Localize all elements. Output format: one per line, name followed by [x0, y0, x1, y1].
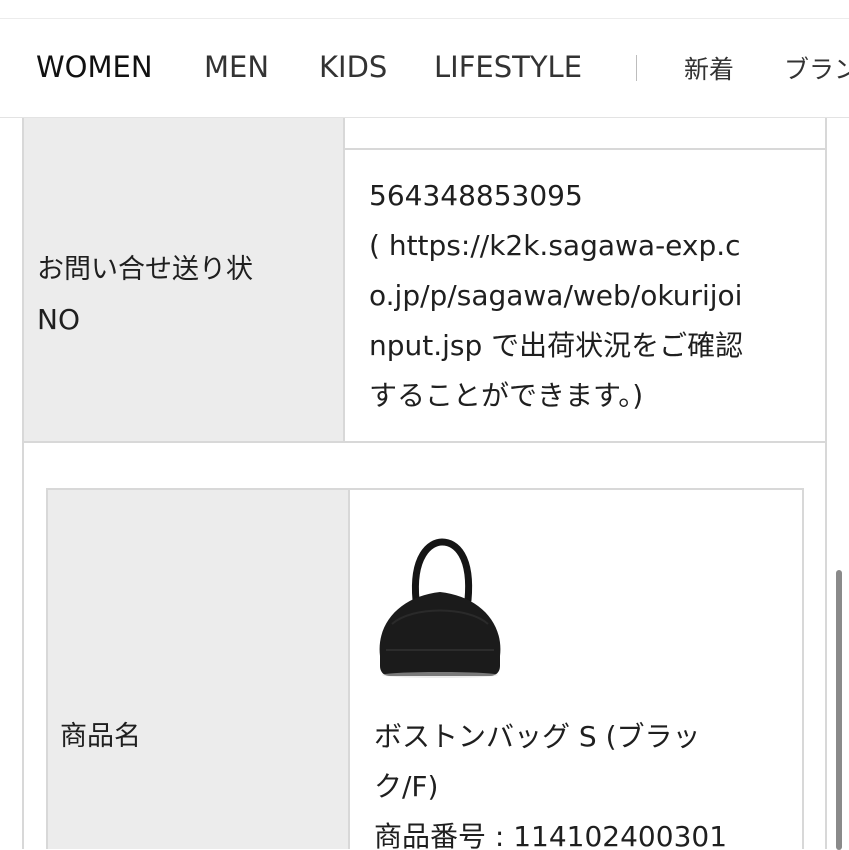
tracking-label-line1: お問い合せ送り状 [37, 254, 253, 285]
tracking-note: することができます。) [369, 379, 644, 412]
tracking-label-cell: お問い合せ送り状 NO [22, 148, 345, 443]
tracking-url-line3: nput.jsp で出荷状況をご確認 [369, 329, 744, 362]
tracking-value-cell: 564348853095 ( https://k2k.sagawa-exp.c … [343, 148, 827, 443]
category-nav-bar: WOMEN MEN KIDS LIFESTYLE 新着 ブラン [0, 19, 849, 118]
product-name-line1[interactable]: ボストンバッグ S (ブラッ [374, 712, 701, 762]
product-label-cell: 商品名 [46, 488, 350, 849]
nav-item-men[interactable]: MEN [204, 49, 269, 85]
nav-item-lifestyle[interactable]: LIFESTYLE [434, 49, 582, 85]
previous-row-value-cell [343, 118, 827, 150]
tracking-url-line2[interactable]: o.jp/p/sagawa/web/okurijoi [369, 271, 742, 321]
browser-top-strip [0, 0, 849, 19]
tracking-number: 564348853095 [369, 179, 583, 212]
product-number: 商品番号 : 114102400301 [374, 820, 728, 849]
nav-separator [636, 55, 637, 81]
product-name-label: 商品名 [60, 721, 141, 752]
nav-item-brands[interactable]: ブラン [784, 52, 849, 88]
tracking-label-line2: NO [37, 303, 80, 336]
product-name-line2[interactable]: ク/F) [374, 762, 438, 812]
nav-item-new-arrivals[interactable]: 新着 [684, 52, 734, 88]
boston-bag-image[interactable] [372, 538, 508, 678]
page-scrollbar[interactable] [836, 570, 842, 850]
tracking-url-line1[interactable]: ( https://k2k.sagawa-exp.c [369, 221, 741, 271]
order-detail-content: お問い合せ送り状 NO 564348853095 ( https://k2k.s… [0, 118, 849, 849]
previous-row-label-cell [22, 118, 345, 150]
nav-item-women[interactable]: WOMEN [36, 49, 153, 85]
nav-item-kids[interactable]: KIDS [319, 49, 387, 85]
